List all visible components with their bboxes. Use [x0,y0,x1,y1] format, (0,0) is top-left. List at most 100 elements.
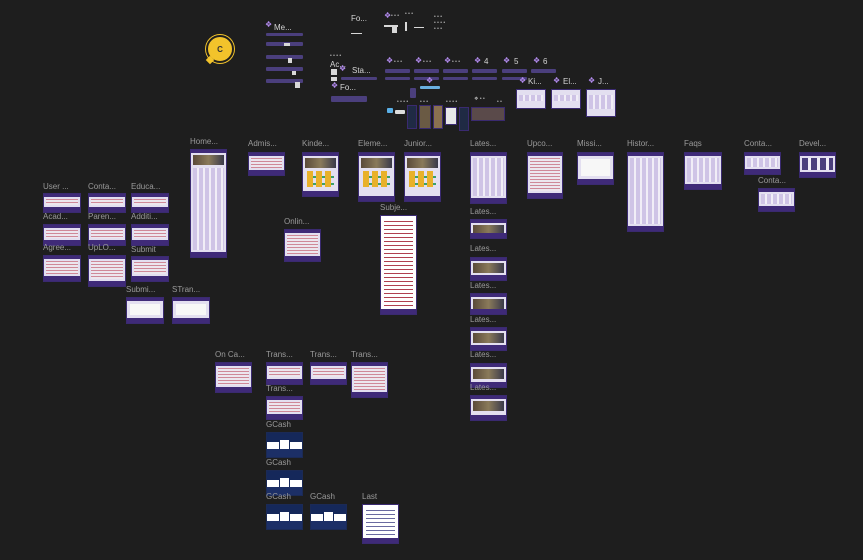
frame-contact1[interactable] [88,193,126,213]
component-el-label[interactable]: El... [563,77,577,86]
frame-label-trans2[interactable]: Trans... [310,350,337,359]
frame-label-junior[interactable]: Junior... [404,139,432,148]
frame-agree[interactable] [43,255,81,282]
frame-lates3[interactable] [470,257,507,281]
design-canvas[interactable]: C ❖ Me... Fo... ❖ • • • • • • • • • • • … [0,0,863,560]
frame-additi[interactable] [131,224,169,246]
frame-label-upload[interactable]: UpLO... [88,243,116,252]
frame-label-admis[interactable]: Admis... [248,139,277,148]
component-card-ki[interactable] [516,89,546,109]
frame-label-histor[interactable]: Histor... [627,139,654,148]
component-card-j[interactable] [586,89,616,117]
component-ki-label[interactable]: Ki... [528,77,542,86]
frame-devel[interactable] [799,152,836,178]
frame-label-lates2[interactable]: Lates... [470,207,496,216]
frame-last[interactable] [362,504,399,544]
frame-label-trans1[interactable]: Trans... [266,350,293,359]
frame-submi2[interactable] [126,297,164,324]
frame-onca[interactable] [215,362,252,393]
frame-label-user[interactable]: User ... [43,182,69,191]
frame-faqs[interactable] [684,152,722,190]
frame-lates1[interactable] [470,152,507,204]
frame-upco[interactable] [527,152,563,199]
frame-label-gcash4[interactable]: GCash [310,492,335,501]
frame-label-acad[interactable]: Acad... [43,212,68,221]
frame-label-submit[interactable]: Submit [131,245,156,254]
frame-gcash4[interactable] [310,504,347,530]
frame-histor[interactable] [627,152,664,232]
component-diamond-icon: ❖ [339,64,347,73]
component-diamond-icon: ❖ [384,11,392,20]
frame-onlin[interactable] [284,229,321,262]
frame-label-lates7[interactable]: Lates... [470,383,496,392]
frame-trans3[interactable] [351,362,388,398]
frame-label-conta3[interactable]: Conta... [758,176,786,185]
frame-label-upco[interactable]: Upco... [527,139,552,148]
frame-lates2[interactable] [470,219,507,239]
frame-user[interactable] [43,193,81,213]
frame-kinde[interactable] [302,152,339,197]
component-line [351,33,362,34]
frame-label-educa[interactable]: Educa... [131,182,160,191]
frame-trans2[interactable] [310,362,347,385]
frame-label-agree[interactable]: Agree... [43,243,71,252]
component-diamond-icon: ❖ [265,20,273,29]
frame-label-devel[interactable]: Devel... [799,139,826,148]
component-j-label[interactable]: J... [598,77,609,86]
frame-admis[interactable] [248,152,285,176]
frame-conta3[interactable] [758,188,795,212]
component-fo2-label[interactable]: Fo... [340,83,356,92]
frame-stran[interactable] [172,297,210,324]
frame-eleme[interactable] [358,152,395,202]
frame-upload[interactable] [88,255,126,287]
frame-educa[interactable] [131,193,169,213]
collaborator-avatar[interactable]: C [206,35,234,63]
frame-label-faqs[interactable]: Faqs [684,139,702,148]
component-set-menu-label[interactable]: Me... [274,23,292,32]
frame-label-last[interactable]: Last [362,492,377,501]
frame-label-additi[interactable]: Additi... [131,212,158,221]
frame-gcash1[interactable] [266,432,303,458]
frame-gcash3[interactable] [266,504,303,530]
frame-label-eleme[interactable]: Eleme... [358,139,387,148]
frame-label-kinde[interactable]: Kinde... [302,139,329,148]
frame-label-trans4[interactable]: Trans... [266,384,293,393]
frame-subje[interactable] [380,215,417,315]
frame-label-onca[interactable]: On Ca... [215,350,245,359]
frame-label-conta2[interactable]: Conta... [744,139,772,148]
frame-label-stran[interactable]: STran... [172,285,200,294]
frame-label-lates4[interactable]: Lates... [470,281,496,290]
frame-label-lates6[interactable]: Lates... [470,350,496,359]
frame-trans1[interactable] [266,362,303,385]
component-5-label[interactable]: 5 [514,57,518,66]
frame-label-lates3[interactable]: Lates... [470,244,496,253]
component-card-el[interactable] [551,89,581,109]
component-diamond-icon: ❖ [331,81,339,90]
frame-label-subje[interactable]: Subje... [380,203,407,212]
component-fo-label[interactable]: Fo... [351,14,367,23]
component-6-label[interactable]: 6 [543,57,547,66]
component-sta-label[interactable]: Sta... [352,66,371,75]
frame-home[interactable] [190,149,227,258]
frame-label-home[interactable]: Home... [190,137,218,146]
frame-label-onlin[interactable]: Onlin... [284,217,309,226]
frame-missi[interactable] [577,152,614,185]
frame-junior[interactable] [404,152,441,202]
frame-label-gcash3[interactable]: GCash [266,492,291,501]
frame-trans4[interactable] [266,396,303,420]
frame-label-gcash2[interactable]: GCash [266,458,291,467]
frame-label-missi[interactable]: Missi... [577,139,602,148]
frame-label-lates1[interactable]: Lates... [470,139,496,148]
frame-conta2[interactable] [744,152,781,175]
frame-submit[interactable] [131,256,169,282]
frame-lates4[interactable] [470,293,507,315]
frame-lates7[interactable] [470,395,507,421]
frame-lates5[interactable] [470,327,507,351]
frame-label-paren[interactable]: Paren... [88,212,116,221]
frame-label-contact1[interactable]: Conta... [88,182,116,191]
frame-label-submi2[interactable]: Submi... [126,285,155,294]
frame-label-trans3[interactable]: Trans... [351,350,378,359]
frame-label-lates5[interactable]: Lates... [470,315,496,324]
component-4-label[interactable]: 4 [484,57,488,66]
frame-label-gcash1[interactable]: GCash [266,420,291,429]
